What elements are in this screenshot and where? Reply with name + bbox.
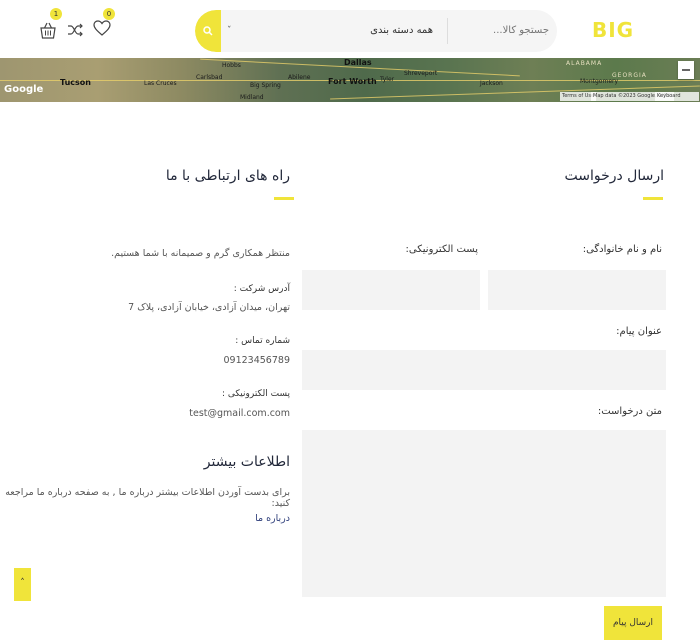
wishlist-count-badge: 0 xyxy=(103,8,115,20)
compare-button[interactable] xyxy=(66,18,86,38)
title-underline xyxy=(643,197,663,200)
map-city-label: Montgomery xyxy=(580,78,619,85)
map-city-label: Shreveport xyxy=(404,70,438,77)
email-value: test@gmail.com.com xyxy=(189,408,290,419)
search-input[interactable] xyxy=(453,10,553,52)
scroll-to-top-button[interactable]: ˄ xyxy=(14,568,31,601)
map-city-label: Midland xyxy=(240,94,264,101)
title-underline xyxy=(274,197,294,200)
map-city-label: Abilene xyxy=(288,74,311,81)
map-city-label: Hobbs xyxy=(222,62,241,69)
map-city-label: Tucson xyxy=(60,78,91,87)
map-city-label: Big Spring xyxy=(250,82,281,89)
map-city-label: Fort Worth xyxy=(328,77,377,86)
map-city-label: Carlsbad xyxy=(196,74,223,81)
site-logo[interactable]: BIG xyxy=(592,18,634,42)
heart-icon xyxy=(93,20,111,36)
map-city-label: Dallas xyxy=(344,58,372,67)
map-state-label: ALABAMA xyxy=(566,60,603,67)
cart-button[interactable]: 1 xyxy=(38,8,62,39)
email-field-label: پست الکترونیکی: xyxy=(405,244,478,255)
cart-count-badge: 1 xyxy=(50,8,62,20)
google-logo: Google xyxy=(4,84,44,95)
search-divider xyxy=(447,18,448,44)
chevron-down-icon: ˇ xyxy=(227,26,232,36)
request-form-title: ارسال درخواست xyxy=(564,168,664,184)
map-zoom-out-button[interactable] xyxy=(678,61,694,79)
message-field-label: متن درخواست: xyxy=(597,406,662,417)
wishlist-button[interactable]: 0 xyxy=(92,8,115,38)
map-city-label: Tyler xyxy=(380,76,395,83)
name-field[interactable] xyxy=(488,270,666,310)
contact-title: راه های ارتباطی با ما xyxy=(165,168,290,184)
address-value: تهران، میدان آزادی، خیابان آزادی، پلاک 7 xyxy=(128,302,290,313)
phone-value: 09123456789 xyxy=(223,355,291,366)
more-info-text: برای بدست آوردن اطلاعات بیشتر درباره ما … xyxy=(5,487,290,509)
category-select-label: همه دسته بندی xyxy=(370,25,433,36)
map-city-label: Jackson xyxy=(480,80,503,87)
about-us-link[interactable]: درباره ما xyxy=(255,513,290,524)
map-city-label: Las Cruces xyxy=(144,80,177,87)
contact-intro: منتظر همکاری گرم و صمیمانه با شما هستیم. xyxy=(111,248,290,259)
email-label: پست الکترونیکی : xyxy=(221,389,290,399)
phone-label: شماره تماس : xyxy=(235,336,290,346)
send-message-button[interactable]: ارسال پیام xyxy=(604,606,662,640)
message-field[interactable] xyxy=(302,430,666,597)
map-keyboard-shortcuts[interactable]: Keyboard shortcuts xyxy=(655,92,699,101)
subject-field[interactable] xyxy=(302,350,666,390)
subject-field-label: عنوان پیام: xyxy=(616,326,662,337)
name-field-label: نام و نام خانوادگی: xyxy=(582,244,662,255)
search-icon xyxy=(203,26,213,36)
category-select[interactable]: ˇ همه دسته بندی xyxy=(225,10,447,52)
address-label: آدرس شرکت : xyxy=(233,284,290,294)
email-field[interactable] xyxy=(302,270,480,310)
shuffle-icon xyxy=(68,23,83,37)
header: BIG ˇ همه دسته بندی 0 xyxy=(0,0,700,58)
search-button[interactable] xyxy=(195,10,221,52)
search-bar: ˇ همه دسته بندی xyxy=(195,10,557,52)
basket-icon xyxy=(40,22,56,39)
more-info-title: اطلاعات بیشتر xyxy=(203,454,290,470)
map-state-label: GEORGIA xyxy=(612,72,647,79)
